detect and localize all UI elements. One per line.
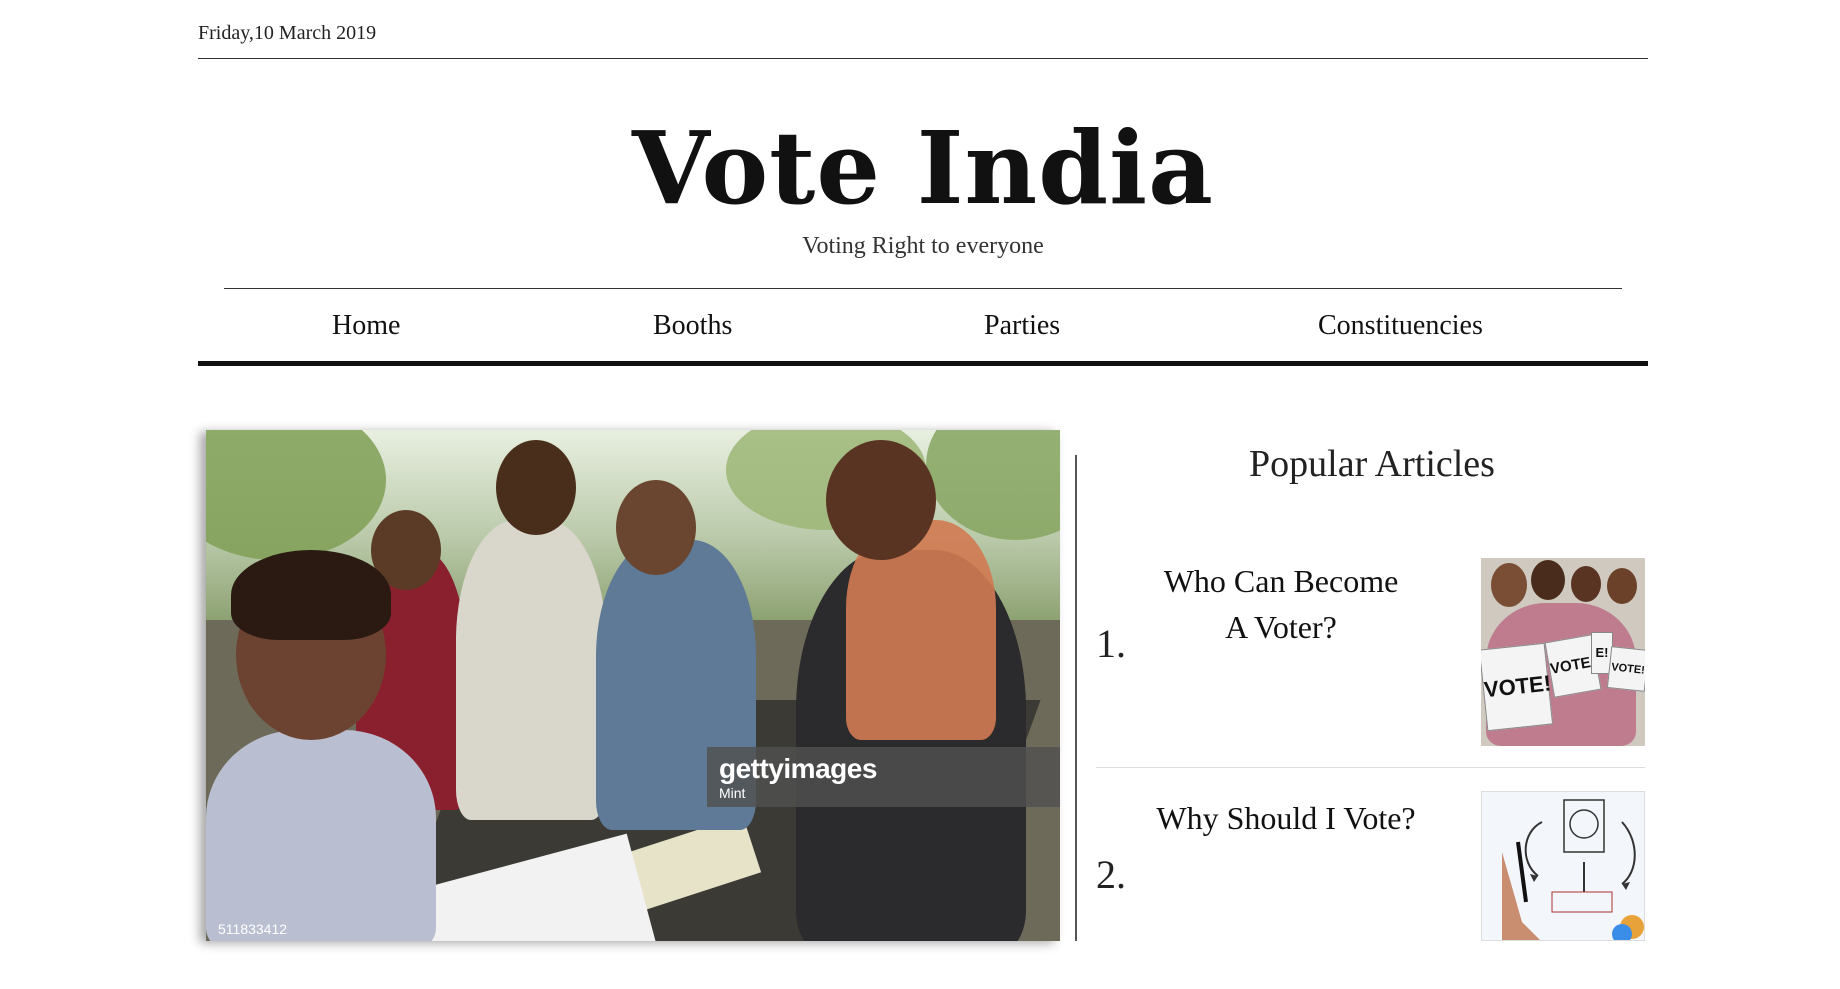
hero-image[interactable]: gettyimages Mint 511833412 [206, 430, 1060, 941]
thumb-sign: VOTE! [1481, 642, 1554, 732]
watermark-credit: Mint [719, 785, 746, 801]
article-title[interactable]: Who Can Become A Voter? [1156, 558, 1406, 650]
hero-head-shape [496, 440, 576, 535]
thumb-head-shape [1607, 568, 1637, 604]
thumb-sign: VOTE! [1606, 646, 1645, 692]
header-date: Friday,10 March 2019 [198, 22, 377, 44]
article-number: 1. [1096, 621, 1126, 666]
thumb-head-shape [1491, 563, 1527, 607]
article-item[interactable]: 1. Who Can Become A Voter? VOTE! VOTE! E… [1096, 558, 1648, 758]
hero-watermark: gettyimages Mint [707, 747, 1060, 807]
column-divider [1075, 455, 1077, 941]
nav-item-home[interactable]: Home [332, 310, 400, 342]
hero-hair-shape [231, 550, 391, 640]
watermark-brand: gettyimages [719, 753, 877, 784]
hero-image-id: 511833412 [218, 921, 288, 937]
thumb-drawing-illustration [1502, 799, 1644, 940]
article-title[interactable]: Why Should I Vote? [1156, 795, 1416, 841]
article-thumbnail[interactable] [1481, 791, 1645, 941]
page-container: Friday,10 March 2019 Vote India Voting R… [198, 0, 1648, 941]
hero-person-shape [456, 520, 606, 820]
article-number: 2. [1096, 852, 1126, 897]
site-tagline: Voting Right to everyone [802, 233, 1044, 259]
site-title[interactable]: Vote India [198, 108, 1648, 228]
article-divider [1096, 767, 1645, 768]
popular-articles-sidebar: Popular Articles 1. Who Can Become A Vot… [1096, 430, 1648, 941]
thumb-head-shape [1531, 560, 1565, 600]
nav-item-parties[interactable]: Parties [984, 310, 1060, 342]
article-item[interactable]: 2. Why Should I Vote? [1096, 789, 1648, 989]
nav-item-constituencies[interactable]: Constituencies [1318, 310, 1483, 342]
main-nav: Home Booths Parties Constituencies [198, 292, 1648, 362]
sidebar-title: Popular Articles [1249, 443, 1495, 485]
header-top-divider [198, 58, 1648, 59]
hero-head-shape [826, 440, 936, 560]
article-thumbnail[interactable]: VOTE! VOTE! E! VOTE! [1481, 558, 1645, 746]
nav-bottom-divider [198, 361, 1648, 366]
hero-person-shape [206, 730, 436, 941]
nav-item-booths[interactable]: Booths [653, 310, 732, 342]
thumb-head-shape [1571, 566, 1601, 602]
hero-head-shape [616, 480, 696, 575]
nav-top-divider [224, 288, 1622, 289]
